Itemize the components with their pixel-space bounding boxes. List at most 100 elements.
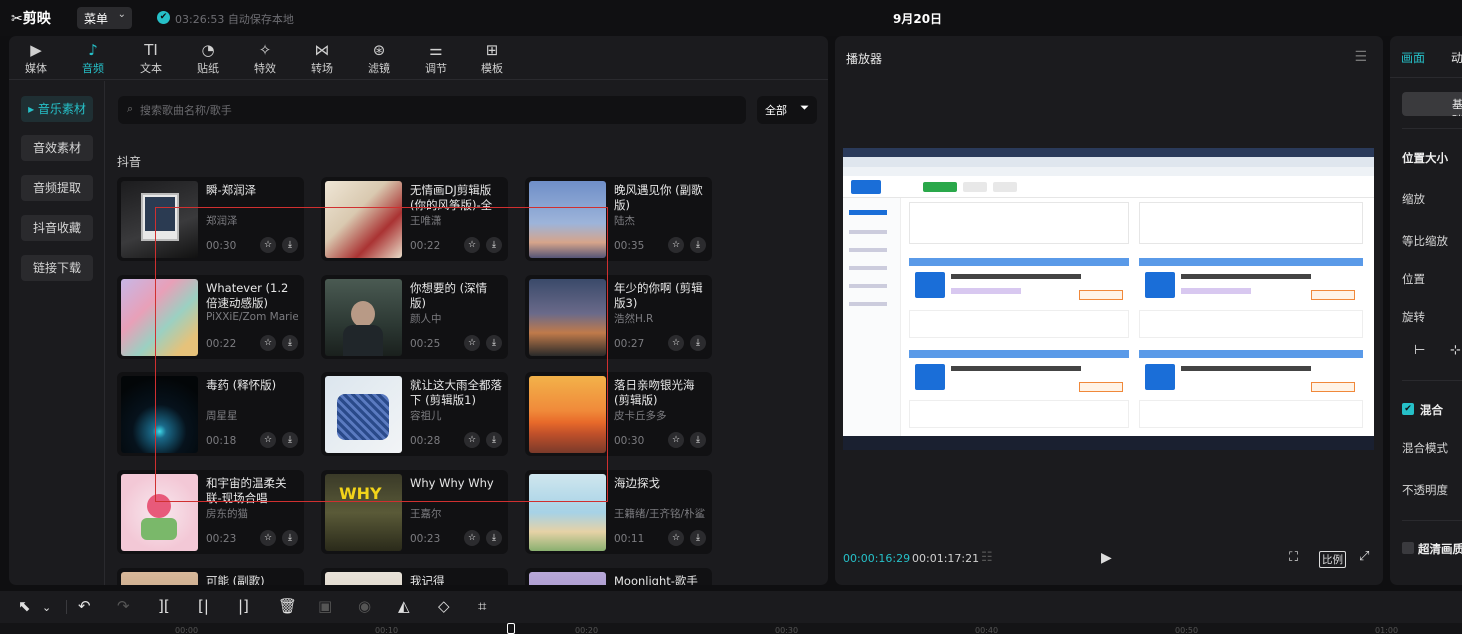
rotate-icon[interactable]: ◇	[438, 597, 450, 615]
tab-animation[interactable]: 动画	[1451, 49, 1462, 66]
song-card[interactable]: 和宇宙的温柔关联-现场合唱 房东的猫 00:23 ☆ ⤓	[117, 470, 304, 554]
align-center-icon[interactable]: ⊹	[1450, 342, 1461, 360]
sidebar-item-douyin-favorites[interactable]: 抖音收藏	[21, 215, 93, 241]
freeze-frame-icon[interactable]: ▣	[318, 597, 332, 615]
menu-icon[interactable]: ☰	[1354, 49, 1367, 65]
tab-label: 文本	[140, 62, 162, 75]
tab-effects[interactable]: ✧ 特效	[241, 40, 289, 76]
song-card[interactable]: 无情画DJ剪辑版 (你的风筝版)-全网可听 王唯潇 00:22 ☆ ⤓	[321, 177, 508, 261]
song-card[interactable]: Whatever (1.2倍速动感版) PiXXiE/Zom Marie 00:…	[117, 275, 304, 359]
star-icon[interactable]: ☆	[668, 530, 684, 546]
main-menu-button[interactable]: 菜单 ⌄	[77, 7, 132, 29]
sidebar-item-music[interactable]: ▸ 音乐素材	[21, 96, 93, 122]
album-cover	[529, 279, 606, 356]
mirror-icon[interactable]: ◭	[398, 597, 410, 615]
download-icon[interactable]: ⤓	[486, 335, 502, 351]
star-icon[interactable]: ☆	[668, 335, 684, 351]
basic-tab-button[interactable]: 基础	[1402, 92, 1462, 116]
download-icon[interactable]: ⤓	[690, 237, 706, 253]
star-icon[interactable]: ☆	[464, 335, 480, 351]
download-icon[interactable]: ⤓	[486, 237, 502, 253]
reverse-play-icon[interactable]: ◉	[358, 597, 371, 615]
download-icon[interactable]: ⤓	[690, 530, 706, 546]
song-card[interactable]: 瞬-郑润泽 郑润泽 00:30 ☆ ⤓	[117, 177, 304, 261]
hd-checkbox[interactable]	[1402, 542, 1414, 554]
song-card[interactable]: 可能 (副歌)	[117, 568, 304, 585]
delete-icon[interactable]: 🗑	[278, 597, 297, 615]
tab-audio[interactable]: ♪ 音频	[69, 40, 117, 76]
aspect-ratio-button[interactable]: 比例	[1319, 551, 1346, 568]
playhead[interactable]	[507, 623, 515, 634]
tab-sticker[interactable]: ◔ 贴纸	[184, 40, 232, 76]
text-icon: TI	[144, 41, 158, 59]
play-icon[interactable]: ▶	[1101, 550, 1112, 566]
tab-template[interactable]: ⊞ 模板	[468, 40, 516, 76]
download-icon[interactable]: ⤓	[282, 432, 298, 448]
list-icon[interactable]: ☷	[981, 550, 993, 565]
video-preview[interactable]	[843, 148, 1374, 450]
star-icon[interactable]: ☆	[464, 530, 480, 546]
download-icon[interactable]: ⤓	[690, 335, 706, 351]
tab-filter[interactable]: ⊛ 滤镜	[355, 40, 403, 76]
song-card[interactable]: 你想要的 (深情版) 颜人中 00:25 ☆ ⤓	[321, 275, 508, 359]
song-artist: 容祖儿	[410, 410, 442, 422]
fit-screen-icon[interactable]: ⛶	[1289, 550, 1298, 565]
filter-icon: ⏷	[800, 101, 809, 114]
tab-adjust[interactable]: ⚌ 调节	[412, 40, 460, 76]
tick-label: 00:50	[1175, 626, 1199, 634]
sidebar-item-link-download[interactable]: 链接下载	[21, 255, 93, 281]
download-icon[interactable]: ⤓	[282, 237, 298, 253]
timeline-ruler[interactable]: 00:00 00:10 00:20 00:30 00:40 00:50 01:0…	[0, 623, 1462, 634]
sidebar-item-sound-effects[interactable]: 音效素材	[21, 135, 93, 161]
album-cover	[325, 376, 402, 453]
song-card[interactable]: 海边探戈 王籍绪/王齐铭/朴鲨 00:11 ☆ ⤓	[525, 470, 712, 554]
song-card[interactable]: 我记得	[321, 568, 508, 585]
song-card[interactable]: 毒药 (释怀版) 周星星 00:18 ☆ ⤓	[117, 372, 304, 456]
crop-icon[interactable]: ⌗	[478, 597, 486, 615]
split-right-icon[interactable]: |]	[238, 597, 249, 615]
download-icon[interactable]: ⤓	[486, 432, 502, 448]
song-card[interactable]: 晚风遇见你 (副歌版) 陆杰 00:35 ☆ ⤓	[525, 177, 712, 261]
star-icon[interactable]: ☆	[668, 237, 684, 253]
tab-picture[interactable]: 画面	[1401, 49, 1425, 66]
search-input[interactable]	[140, 101, 730, 119]
chevron-down-icon[interactable]: ⌄	[42, 599, 51, 617]
tab-label: 音频	[82, 62, 104, 75]
star-icon[interactable]: ☆	[260, 237, 276, 253]
tab-media[interactable]: ▶ 媒体	[12, 40, 60, 76]
download-icon[interactable]: ⤓	[282, 335, 298, 351]
song-card[interactable]: 年少的你啊 (剪辑版3) 浩然H.R 00:27 ☆ ⤓	[525, 275, 712, 359]
tab-text[interactable]: TI 文本	[127, 40, 175, 76]
star-icon[interactable]: ☆	[464, 432, 480, 448]
song-card[interactable]: WHY Why Why Why 王嘉尔 00:23 ☆ ⤓	[321, 470, 508, 554]
song-card[interactable]: 就让这大雨全都落下 (剪辑版1) 容祖儿 00:28 ☆ ⤓	[321, 372, 508, 456]
select-cursor-icon[interactable]: ⬉	[18, 597, 31, 615]
song-card[interactable]: Moonlight-歌手叁	[525, 568, 712, 585]
filter-dropdown[interactable]: 全部 ⏷	[757, 96, 817, 124]
star-icon[interactable]: ☆	[260, 335, 276, 351]
align-left-icon[interactable]: ⊢	[1414, 342, 1425, 360]
sidebar-item-extract-audio[interactable]: 音频提取	[21, 175, 93, 201]
star-icon[interactable]: ☆	[668, 432, 684, 448]
download-icon[interactable]: ⤓	[282, 530, 298, 546]
autosave-status: 03:26:53 自动保存本地	[175, 13, 294, 26]
download-icon[interactable]: ⤓	[486, 530, 502, 546]
song-card[interactable]: 落日亲吻银光海(剪辑版) 皮卡丘多多 00:30 ☆ ⤓	[525, 372, 712, 456]
redo-icon[interactable]: ↷	[117, 597, 130, 615]
position-size-section[interactable]: 位置大小	[1402, 150, 1448, 166]
blend-checkbox[interactable]: ✔	[1402, 403, 1414, 415]
tick-label: 00:30	[775, 626, 799, 634]
star-icon[interactable]: ☆	[260, 432, 276, 448]
star-icon[interactable]: ☆	[260, 530, 276, 546]
undo-icon[interactable]: ↶	[78, 597, 91, 615]
star-icon[interactable]: ☆	[464, 237, 480, 253]
song-title: Moonlight-歌手叁	[614, 574, 698, 585]
search-box[interactable]: ⌕	[118, 96, 746, 124]
timeline-toolbar: ⬉ ⌄ ↶ ↷ ][ [| |] 🗑 ▣ ◉ ◭ ◇ ⌗	[0, 591, 1462, 623]
song-artist: 王嘉尔	[410, 508, 442, 520]
download-icon[interactable]: ⤓	[690, 432, 706, 448]
split-left-icon[interactable]: [|	[198, 597, 209, 615]
fullscreen-icon[interactable]: ⤢	[1359, 549, 1369, 564]
tab-transition[interactable]: ⋈ 转场	[298, 40, 346, 76]
split-icon[interactable]: ][	[158, 597, 170, 615]
